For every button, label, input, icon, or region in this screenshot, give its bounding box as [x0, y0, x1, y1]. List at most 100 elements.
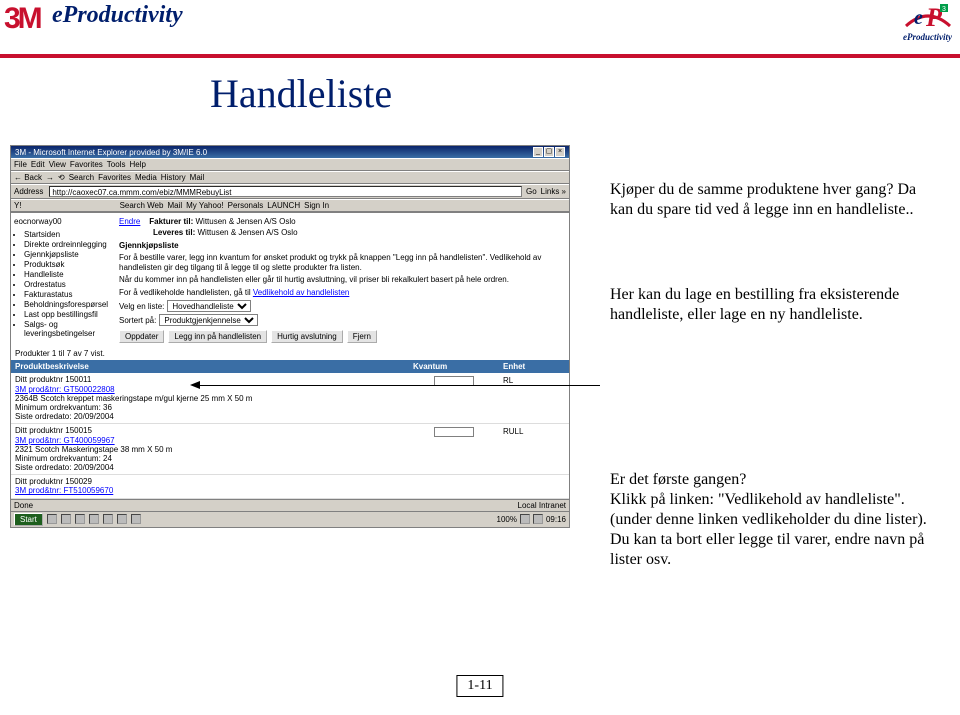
- button-row: Oppdater Legg inn på handlelisten Hurtig…: [119, 330, 565, 343]
- close-button[interactable]: ×: [555, 147, 565, 157]
- url-field[interactable]: http://caoxec07.ca.mmm.com/ebiz/MMMRebuy…: [49, 186, 522, 197]
- menu-edit[interactable]: Edit: [31, 160, 45, 169]
- taskbar-icon[interactable]: [75, 514, 85, 524]
- page-number: 1-11: [456, 675, 503, 697]
- slide-header: 3M eProductivity e P 3 eProductivity: [0, 0, 960, 58]
- yahoo-signin[interactable]: Sign In: [304, 201, 329, 210]
- sidebar-item[interactable]: Produktsøk: [24, 260, 112, 269]
- intro-para-3-text: For å vedlikeholde handlelisten, gå til: [119, 288, 253, 297]
- leveres-label: Leveres til:: [153, 228, 195, 237]
- minimize-button[interactable]: _: [533, 147, 543, 157]
- fakturer-label: Fakturer til:: [149, 217, 193, 226]
- yahoo-mail[interactable]: Mail: [167, 201, 182, 210]
- menu-favorites[interactable]: Favorites: [70, 160, 103, 169]
- sidebar-item[interactable]: Ordrestatus: [24, 280, 112, 289]
- vedlikehold-link[interactable]: Vedlikehold av handlelisten: [253, 288, 350, 297]
- status-bar: Done Local Intranet: [11, 499, 569, 511]
- yahoo-myyahoo[interactable]: My Yahoo!: [186, 201, 224, 210]
- ep-logo-subtext: eProductivity: [903, 32, 952, 42]
- sidebar-item[interactable]: Gjennkjøpsliste: [24, 250, 112, 259]
- arrow-line: [195, 385, 600, 386]
- taskbar-icon[interactable]: [89, 514, 99, 524]
- taskbar: Start 100% 09:16: [11, 511, 569, 527]
- media-button[interactable]: Media: [135, 173, 157, 182]
- prod-link[interactable]: 3M prod&tnr: GT400059967: [15, 436, 115, 445]
- prod-date: Siste ordredato: 20/09/2004: [15, 463, 405, 472]
- sidebar-item[interactable]: Startsiden: [24, 230, 112, 239]
- go-button[interactable]: Go: [526, 187, 537, 196]
- yahoo-searchweb[interactable]: Search Web: [120, 201, 164, 210]
- toolbar[interactable]: ← Back → ⟲ Search Favorites Media Histor…: [11, 171, 569, 184]
- yahoo-personals[interactable]: Personals: [228, 201, 264, 210]
- hurtig-button[interactable]: Hurtig avslutning: [271, 330, 343, 343]
- col-produktbeskrivelse: Produktbeskrivelse: [11, 360, 409, 373]
- taskbar-icon[interactable]: [61, 514, 71, 524]
- sidebar-item[interactable]: Handleliste: [24, 270, 112, 279]
- oppdater-button[interactable]: Oppdater: [119, 330, 164, 343]
- unit-value: RULL: [499, 424, 569, 474]
- menu-file[interactable]: File: [14, 160, 27, 169]
- yahoo-launch[interactable]: LAUNCH: [267, 201, 300, 210]
- taskbar-icon[interactable]: [47, 514, 57, 524]
- intro-para-3: For å vedlikeholde handlelisten, gå til …: [119, 288, 565, 298]
- yahoo-logo-icon[interactable]: Y!: [14, 201, 22, 210]
- yahoo-toolbar[interactable]: Y! Search Web Mail My Yahoo! Personals L…: [11, 199, 569, 212]
- back-button[interactable]: ← Back: [14, 173, 42, 182]
- maximize-button[interactable]: ▢: [544, 147, 554, 157]
- favorites-button[interactable]: Favorites: [98, 173, 131, 182]
- taskbar-icon[interactable]: [117, 514, 127, 524]
- prod-number: Ditt produktnr 150011: [15, 375, 405, 384]
- legg-inn-button[interactable]: Legg inn på handlelisten: [168, 330, 267, 343]
- menu-view[interactable]: View: [49, 160, 66, 169]
- sidebar-item[interactable]: Salgs- og leveringsbetingelser: [24, 320, 112, 338]
- refresh-button[interactable]: ⟲: [58, 173, 65, 182]
- kvantum-input[interactable]: [434, 427, 474, 437]
- velg-liste-label: Velg en liste:: [119, 302, 164, 311]
- velg-liste-select[interactable]: Hovedhandleliste: [167, 300, 251, 312]
- address-bar[interactable]: Address http://caoxec07.ca.mmm.com/ebiz/…: [11, 184, 569, 199]
- taskbar-icon[interactable]: [131, 514, 141, 524]
- annotation-1: Kjøper du de samme produktene hver gang?…: [610, 180, 930, 220]
- 3m-logo: 3M: [4, 2, 40, 36]
- leveres-value: Wittusen & Jensen A/S Oslo: [197, 228, 297, 237]
- links-label[interactable]: Links »: [541, 187, 566, 196]
- product-count: Produkter 1 til 7 av 7 vist.: [11, 347, 569, 360]
- sortert-label: Sortert på:: [119, 316, 156, 325]
- status-done: Done: [14, 501, 512, 510]
- taskbar-icon[interactable]: [103, 514, 113, 524]
- eproductivity-wordmark: eProductivity: [52, 2, 183, 29]
- prod-link[interactable]: 3M prod&tnr: FT510059670: [15, 486, 113, 495]
- history-button[interactable]: History: [161, 173, 186, 182]
- clock: 09:16: [546, 515, 566, 524]
- intro-para-1: For å bestille varer, legg inn kvantum f…: [119, 253, 565, 272]
- endre-link[interactable]: Endre: [119, 217, 140, 226]
- product-row: Ditt produktnr 150015 3M prod&tnr: GT400…: [11, 424, 569, 475]
- svg-text:3: 3: [942, 6, 946, 13]
- sidebar-item[interactable]: Direkte ordreinnlegging: [24, 240, 112, 249]
- sidebar-item[interactable]: Beholdningsforespørsel: [24, 300, 112, 309]
- sortert-select[interactable]: Produktgjenkjennelse: [159, 314, 258, 326]
- ep-logo: e P 3 eProductivity: [903, 2, 952, 42]
- menu-tools[interactable]: Tools: [107, 160, 126, 169]
- col-kvantum: Kvantum: [409, 360, 499, 373]
- menubar[interactable]: File Edit View Favorites Tools Help: [11, 158, 569, 171]
- browser-screenshot: 3M - Microsoft Internet Explorer provide…: [10, 145, 570, 528]
- product-row: Ditt produktnr 150029 3M prod&tnr: FT510…: [11, 475, 569, 498]
- annotation-3: Er det første gangen? Klikk på linken: "…: [610, 470, 930, 570]
- tray-icon[interactable]: [520, 514, 530, 524]
- prod-min: Minimum ordrekvantum: 36: [15, 403, 405, 412]
- list-title: Gjennkjøpsliste: [119, 241, 179, 250]
- start-button[interactable]: Start: [14, 513, 43, 526]
- sidebar-item[interactable]: Fakturastatus: [24, 290, 112, 299]
- svg-text:e: e: [914, 7, 923, 29]
- menu-help[interactable]: Help: [129, 160, 145, 169]
- tray-icon[interactable]: [533, 514, 543, 524]
- fjern-button[interactable]: Fjern: [347, 330, 377, 343]
- mail-button[interactable]: Mail: [190, 173, 205, 182]
- sidebar-item[interactable]: Last opp bestillingsfil: [24, 310, 112, 319]
- search-button[interactable]: Search: [69, 173, 94, 182]
- forward-button[interactable]: →: [46, 173, 54, 182]
- prod-link[interactable]: 3M prod&tnr: GT500022808: [15, 385, 115, 394]
- unit-value: RL: [499, 373, 569, 423]
- slide-title: Handleliste: [210, 70, 392, 117]
